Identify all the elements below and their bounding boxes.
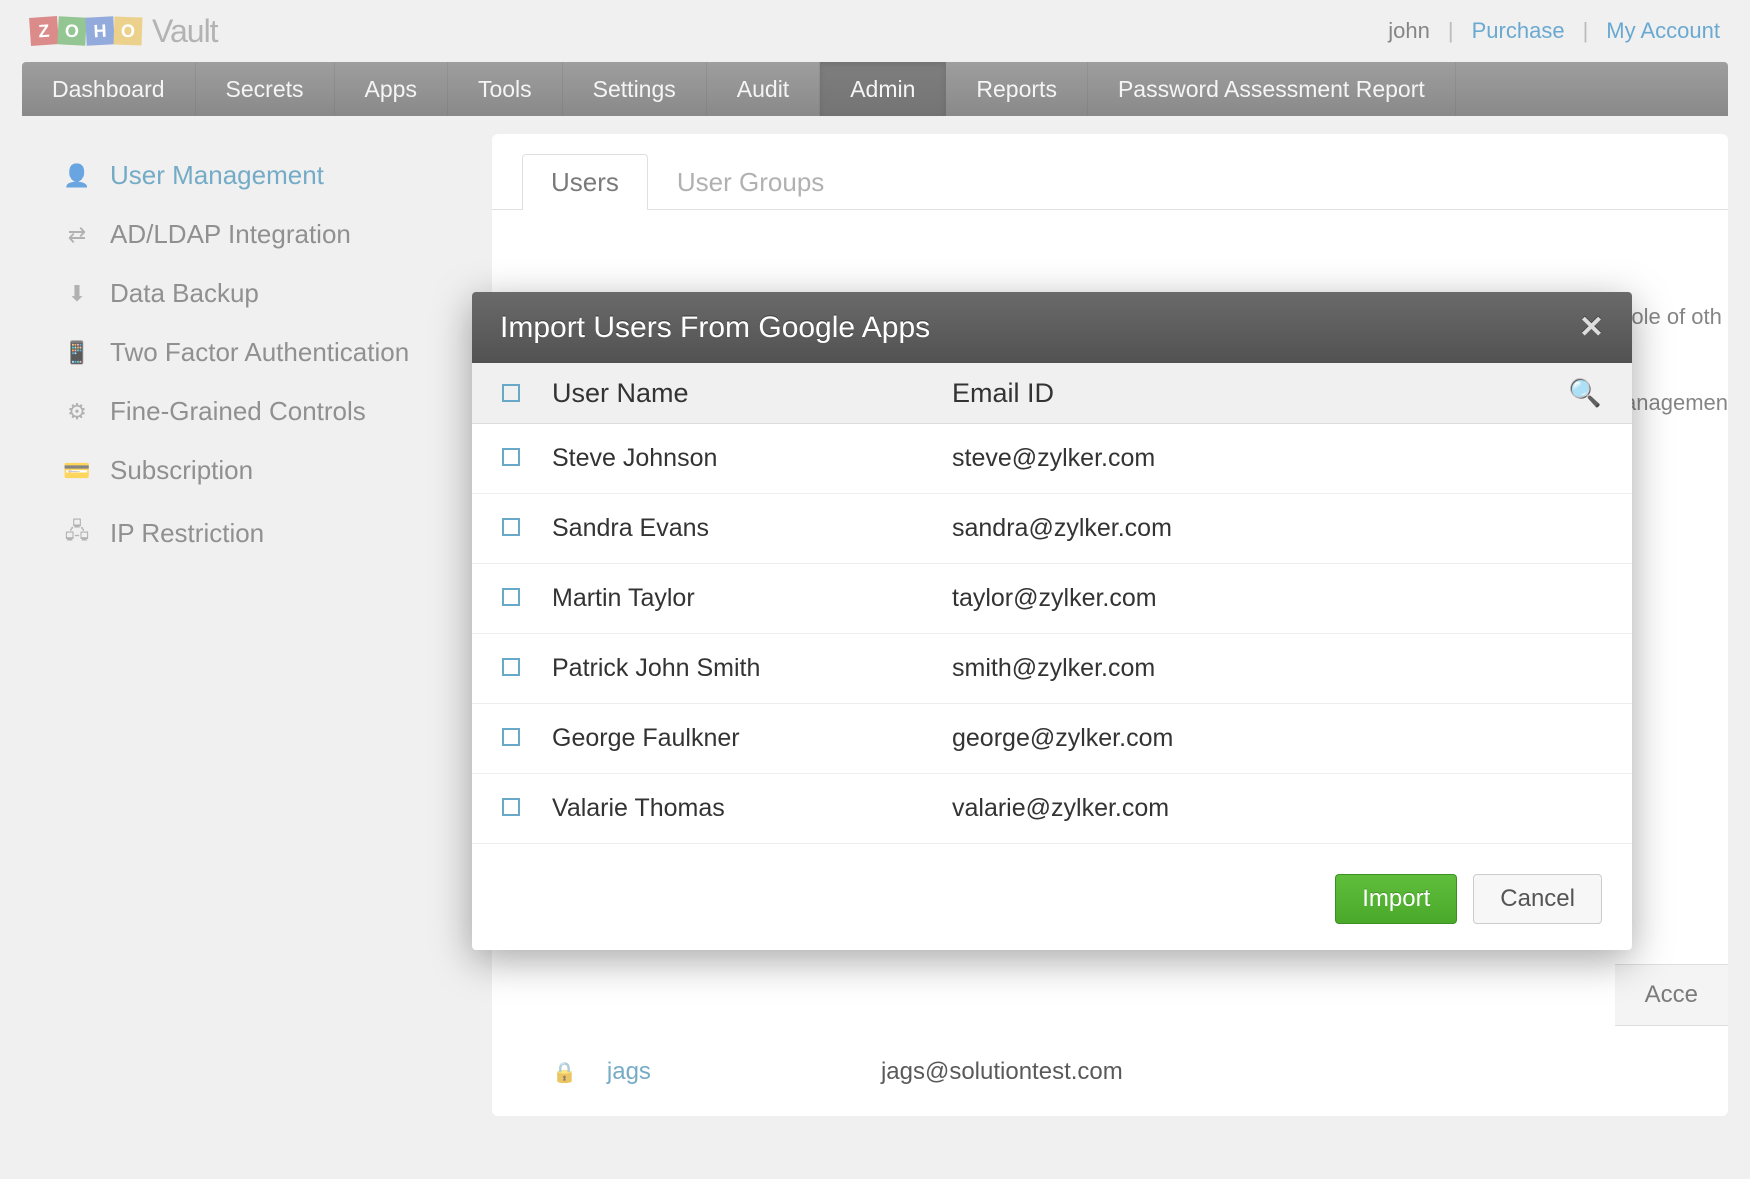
row-checkbox[interactable] <box>502 518 520 536</box>
nav-password-assessment[interactable]: Password Assessment Report <box>1088 62 1456 116</box>
ldap-icon: ⇄ <box>62 222 92 248</box>
row-email: taylor@zylker.com <box>952 584 1602 613</box>
nav-tools[interactable]: Tools <box>448 62 563 116</box>
row-username: Patrick John Smith <box>552 654 952 683</box>
logo-letter: O <box>114 17 143 46</box>
sidebar-item-label: Two Factor Authentication <box>110 337 409 368</box>
bg-user-row: 🔒 jags jags@solutiontest.com <box>552 1058 1123 1086</box>
sidebar-item-two-factor[interactable]: 📱 Two Factor Authentication <box>22 323 492 382</box>
select-all-checkbox[interactable] <box>502 384 520 402</box>
cancel-button[interactable]: Cancel <box>1473 874 1602 924</box>
import-users-modal: Import Users From Google Apps ✕ User Nam… <box>472 292 1632 950</box>
separator: | <box>1448 18 1454 44</box>
sidebar-item-ip-restriction[interactable]: 🖧 IP Restriction <box>22 500 492 566</box>
row-email: sandra@zylker.com <box>952 514 1602 543</box>
logo-text: Vault <box>152 13 218 50</box>
nav-admin[interactable]: Admin <box>820 62 946 116</box>
logo-boxes: Z O H O <box>30 17 142 45</box>
sidebar-item-label: Subscription <box>110 455 253 486</box>
user-row: Martin Taylortaylor@zylker.com <box>472 564 1632 634</box>
modal-title: Import Users From Google Apps <box>500 311 930 345</box>
logo: Z O H O Vault <box>30 13 218 50</box>
row-email: george@zylker.com <box>952 724 1602 753</box>
sidebar-item-subscription[interactable]: 💳 Subscription <box>22 441 492 500</box>
user-row: Patrick John Smithsmith@zylker.com <box>472 634 1632 704</box>
sliders-icon: ⚙ <box>62 399 92 425</box>
tabs: Users User Groups <box>492 154 1728 210</box>
search-icon[interactable]: 🔍 <box>1562 377 1602 409</box>
my-account-link[interactable]: My Account <box>1606 18 1720 44</box>
row-username: Sandra Evans <box>552 514 952 543</box>
row-email: smith@zylker.com <box>952 654 1602 683</box>
sidebar-item-label: AD/LDAP Integration <box>110 219 351 250</box>
modal-footer: Import Cancel <box>472 844 1632 950</box>
logo-letter: Z <box>29 16 59 46</box>
bg-user-name[interactable]: jags <box>607 1058 651 1086</box>
modal-header: Import Users From Google Apps ✕ <box>472 292 1632 363</box>
header-right: john | Purchase | My Account <box>1388 18 1720 44</box>
user-row: George Faulknergeorge@zylker.com <box>472 704 1632 774</box>
nav-reports[interactable]: Reports <box>946 62 1088 116</box>
separator: | <box>1583 18 1589 44</box>
nav-apps[interactable]: Apps <box>335 62 448 116</box>
row-checkbox[interactable] <box>502 658 520 676</box>
user-plus-icon: 👤 <box>62 163 92 189</box>
sidebar-item-fine-grained[interactable]: ⚙ Fine-Grained Controls <box>22 382 492 441</box>
sidebar-item-label: IP Restriction <box>110 518 264 549</box>
sidebar-item-label: Data Backup <box>110 278 259 309</box>
tab-users[interactable]: Users <box>522 154 648 210</box>
column-header-username: User Name <box>552 378 952 409</box>
ip-restriction-icon: 🖧 <box>62 514 92 552</box>
subscription-icon: 💳 <box>62 458 92 484</box>
row-checkbox[interactable] <box>502 588 520 606</box>
current-user: john <box>1388 18 1430 44</box>
user-row: Sandra Evanssandra@zylker.com <box>472 494 1632 564</box>
column-header-email: Email ID <box>952 378 1562 409</box>
row-checkbox[interactable] <box>502 798 520 816</box>
modal-rows: Steve Johnsonsteve@zylker.comSandra Evan… <box>472 424 1632 844</box>
bg-user-email: jags@solutiontest.com <box>881 1058 1123 1086</box>
bg-column-header: Acce <box>1615 964 1728 1026</box>
sidebar-item-user-management[interactable]: 👤 User Management <box>22 146 492 205</box>
row-email: valarie@zylker.com <box>952 794 1602 823</box>
row-checkbox[interactable] <box>502 728 520 746</box>
row-username: Steve Johnson <box>552 444 952 473</box>
user-row: Valarie Thomasvalarie@zylker.com <box>472 774 1632 844</box>
twofa-icon: 📱 <box>62 340 92 366</box>
nav-audit[interactable]: Audit <box>707 62 820 116</box>
admin-sidebar: 👤 User Management ⇄ AD/LDAP Integration … <box>22 116 492 1116</box>
nav-secrets[interactable]: Secrets <box>196 62 335 116</box>
row-email: steve@zylker.com <box>952 444 1602 473</box>
tab-user-groups[interactable]: User Groups <box>648 154 853 210</box>
row-username: Martin Taylor <box>552 584 952 613</box>
nav-dashboard[interactable]: Dashboard <box>22 62 196 116</box>
user-row: Steve Johnsonsteve@zylker.com <box>472 424 1632 494</box>
row-checkbox[interactable] <box>502 448 520 466</box>
sidebar-item-ad-ldap[interactable]: ⇄ AD/LDAP Integration <box>22 205 492 264</box>
logo-letter: O <box>57 16 86 45</box>
sidebar-item-label: User Management <box>110 160 324 191</box>
sidebar-item-data-backup[interactable]: ⬇ Data Backup <box>22 264 492 323</box>
app-header: Z O H O Vault john | Purchase | My Accou… <box>0 0 1750 62</box>
sidebar-item-label: Fine-Grained Controls <box>110 396 366 427</box>
row-username: George Faulkner <box>552 724 952 753</box>
purchase-link[interactable]: Purchase <box>1472 18 1565 44</box>
nav-settings[interactable]: Settings <box>563 62 707 116</box>
import-button[interactable]: Import <box>1335 874 1457 924</box>
logo-letter: H <box>85 16 114 45</box>
row-username: Valarie Thomas <box>552 794 952 823</box>
modal-table-header: User Name Email ID 🔍 <box>472 363 1632 424</box>
main-nav: Dashboard Secrets Apps Tools Settings Au… <box>22 62 1728 116</box>
close-icon[interactable]: ✕ <box>1579 310 1604 345</box>
lock-icon: 🔒 <box>552 1060 577 1085</box>
backup-icon: ⬇ <box>62 281 92 307</box>
